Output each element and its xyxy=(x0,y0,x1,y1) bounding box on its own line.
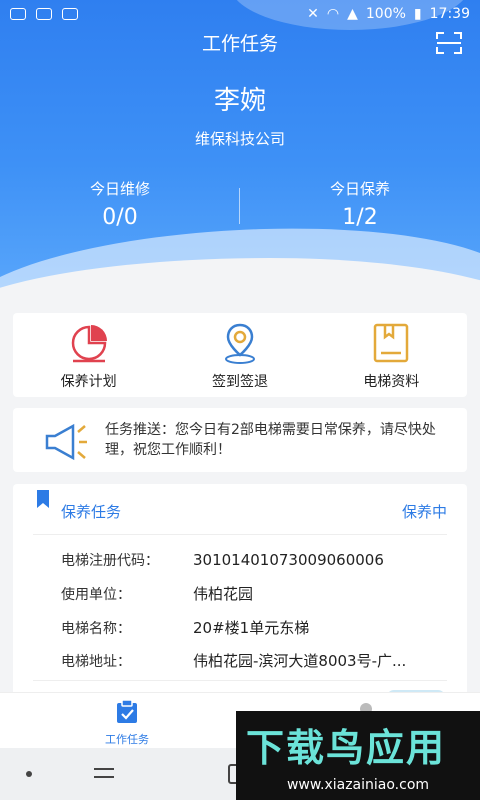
stat-value: 1/2 xyxy=(342,205,378,230)
clock: 17:39 xyxy=(429,6,470,22)
divider xyxy=(33,680,447,681)
stats-divider xyxy=(239,188,240,224)
field-value: 20#楼1单元东梯 xyxy=(193,619,310,637)
nav-dot-icon[interactable] xyxy=(26,771,32,777)
notice-text: 任务推送：您今日有2部电梯需要日常保养，请尽快处理，祝您工作顺利！ xyxy=(105,422,436,458)
field-value: 伟柏花园 xyxy=(193,585,254,603)
field-key: 电梯注册代码： xyxy=(61,553,159,569)
scan-button[interactable] xyxy=(436,32,462,54)
battery-percent: 100% xyxy=(365,6,406,22)
action-check-in[interactable]: 签到签退 xyxy=(164,313,315,397)
field-key: 电梯地址： xyxy=(61,654,131,670)
field-row: 电梯名称： 20#楼1单元东梯 xyxy=(61,617,309,638)
field-row: 使用单位： 伟柏花园 xyxy=(61,583,253,604)
divider xyxy=(33,534,447,535)
pie-chart-icon xyxy=(71,325,107,363)
checkbox-icon xyxy=(62,8,78,20)
daily-stats: 今日维修 0/0 今日保养 1/2 xyxy=(0,178,480,238)
bookmark-icon xyxy=(37,490,49,508)
action-label: 签到签退 xyxy=(211,374,268,390)
signal-icon: ▲ xyxy=(347,6,358,22)
location-pin-icon xyxy=(224,323,255,364)
tab-work-tasks[interactable]: 工作任务 xyxy=(92,699,162,747)
action-label: 保养计划 xyxy=(60,374,117,390)
action-elevator-docs[interactable]: 电梯资料 xyxy=(316,313,467,397)
user-name: 李婉 xyxy=(213,86,266,116)
clipboard-check-icon xyxy=(117,699,137,723)
task-status: 保养中 xyxy=(401,503,447,521)
document-icon xyxy=(374,323,409,363)
field-value: 30101401073009060006 xyxy=(193,551,384,569)
recent-apps-icon[interactable] xyxy=(92,763,116,783)
stat-label: 今日维修 xyxy=(89,180,150,198)
stat-value: 0/0 xyxy=(102,205,138,230)
mute-icon: ✕ xyxy=(307,6,319,22)
task-notice[interactable]: 任务推送：您今日有2部电梯需要日常保养，请尽快处理，祝您工作顺利！ xyxy=(13,408,467,472)
watermark-brand: 下载鸟应用 xyxy=(246,726,447,770)
field-value: 伟柏花园-滨河大道8003号-广... xyxy=(193,652,407,670)
watermark-url: www.xiazainiao.com xyxy=(286,777,430,793)
field-key: 电梯名称： xyxy=(61,621,131,637)
page-title: 工作任务 xyxy=(201,33,278,55)
status-bar: ✕ ◠ ▲ 100% ▮ 17:39 xyxy=(0,0,480,28)
field-row: 电梯注册代码： 30101401073009060006 xyxy=(61,550,384,570)
field-row: 电梯地址： 伟柏花园-滨河大道8003号-广... xyxy=(61,650,406,671)
battery-icon: ▮ xyxy=(413,6,422,22)
activity-icon xyxy=(36,8,52,20)
quick-actions: 保养计划 签到签退 电梯资料 xyxy=(13,313,467,397)
field-key: 使用单位： xyxy=(61,587,131,603)
wifi-icon: ◠ xyxy=(326,6,340,22)
tab-label: 工作任务 xyxy=(105,733,149,746)
watermark: 下载鸟应用 www.xiazainiao.com xyxy=(236,711,480,800)
megaphone-icon xyxy=(45,423,87,461)
stat-repair[interactable]: 今日维修 0/0 xyxy=(0,178,240,238)
task-title: 保养任务 xyxy=(61,503,122,521)
wechat-icon xyxy=(10,8,26,20)
stat-maintenance[interactable]: 今日保养 1/2 xyxy=(240,178,480,238)
scan-icon xyxy=(436,32,462,54)
action-maintenance-plan[interactable]: 保养计划 xyxy=(13,313,164,397)
stat-label: 今日保养 xyxy=(329,180,390,198)
action-label: 电梯资料 xyxy=(363,374,420,390)
company-name: 维保科技公司 xyxy=(194,130,285,148)
